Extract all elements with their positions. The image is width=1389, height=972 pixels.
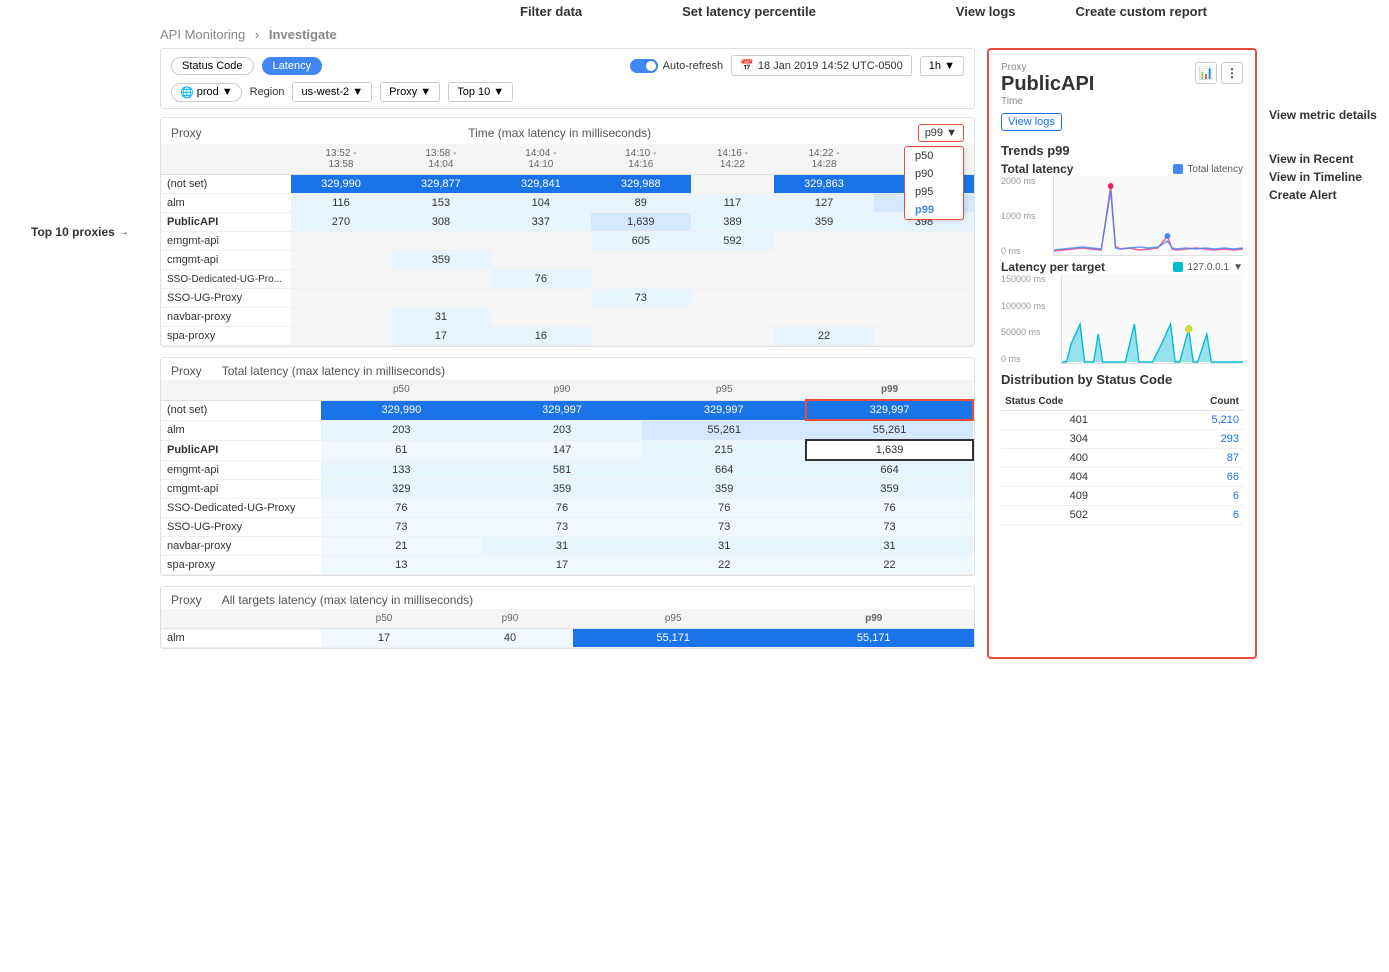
view-logs-annotation: View logs — [956, 4, 1016, 19]
table-row: alm 116 153 104 89 117 127 55,261 — [161, 194, 974, 213]
dist-table: Status Code Count 401 5,210 304 293 — [1001, 393, 1243, 525]
right-panel-header: Proxy PublicAPI Time 📊 ⋮ View logs — [1001, 62, 1243, 137]
target-legend: 127.0.0.1 — [1187, 262, 1229, 273]
target-legend-dropdown[interactable]: ▼ — [1233, 262, 1243, 273]
table-row: SSO-Dedicated-UG-Proxy 76 76 76 76 — [161, 499, 973, 518]
auto-refresh-toggle[interactable]: Auto-refresh — [630, 59, 724, 73]
proxy-filter-btn[interactable]: Proxy ▼ — [380, 82, 440, 102]
table2-subtitle: Total latency (max latency in millisecon… — [222, 364, 445, 378]
distribution-section: Distribution by Status Code Status Code … — [1001, 372, 1243, 525]
trends-title: Trends p99 — [1001, 143, 1243, 158]
dist-row: 401 5,210 — [1001, 411, 1243, 430]
total-latency-metric: Total latency Total latency 2000 ms 1000… — [1001, 162, 1243, 256]
table-row: navbar-proxy 31 — [161, 308, 974, 327]
time-range-btn[interactable]: 1h ▼ — [920, 56, 964, 76]
chart-icon-btn[interactable]: 📊 — [1195, 62, 1217, 84]
time-heatmap-section: Top 10 proxies → Proxy Time (max latency… — [160, 117, 975, 347]
table1-subtitle: Time (max latency in milliseconds) — [468, 126, 651, 140]
table-row: PublicAPI 61 147 215 1,639 — [161, 440, 973, 460]
create-alert-annotation: Create Alert — [1269, 188, 1389, 202]
breadcrumb: API Monitoring › Investigate — [160, 21, 1389, 48]
region-label: Region — [250, 86, 285, 98]
prod-btn[interactable]: 🌐 prod ▼ — [171, 83, 242, 102]
top10-proxies-label: Top 10 proxies → — [31, 225, 129, 239]
table1-title: Proxy — [171, 126, 202, 140]
view-timeline-annotation: View in Timeline — [1269, 170, 1389, 184]
region-btn[interactable]: us-west-2 ▼ — [292, 82, 372, 102]
percentile-dropdown: p50 p90 p95 p99 — [904, 146, 964, 220]
all-targets-table: p50 p90 p95 p99 alm 17 40 55,171 55,171 — [161, 609, 974, 648]
set-latency-annotation: Set latency percentile — [682, 4, 816, 19]
table3-title: Proxy — [171, 593, 202, 607]
time-header-label: Time — [1001, 96, 1094, 107]
filter-data-annotation: Filter data — [520, 4, 582, 19]
all-targets-section: Proxy All targets latency (max latency i… — [160, 586, 975, 649]
dist-header-code: Status Code — [1001, 393, 1157, 411]
total-latency-section: Proxy Total latency (max latency in mill… — [160, 357, 975, 576]
table-row: SSO-UG-Proxy 73 — [161, 289, 974, 308]
p99-dropdown-btn[interactable]: p99 ▼ — [918, 124, 964, 142]
more-options-btn[interactable]: ⋮ — [1221, 62, 1243, 84]
table-row: SSO-UG-Proxy 73 73 73 73 — [161, 518, 973, 537]
table2-title: Proxy — [171, 364, 202, 378]
latency-per-target-label: Latency per target — [1001, 260, 1105, 274]
total-latency-label: Total latency — [1001, 162, 1073, 176]
table-row: (not set) 329,990 329,877 329,841 329,98… — [161, 175, 974, 194]
table-row: emgmt-api 605 592 — [161, 232, 974, 251]
status-code-btn[interactable]: Status Code — [171, 57, 254, 75]
dist-row: 404 66 — [1001, 468, 1243, 487]
total-latency-chart: 2000 ms 1000 ms 0 ms — [1001, 176, 1243, 256]
view-recent-annotation: View in Recent — [1269, 152, 1389, 166]
view-metric-annotation: View metric details — [1269, 108, 1389, 122]
table-row: spa-proxy 17 16 22 — [161, 327, 974, 346]
p95-option[interactable]: p95 — [905, 183, 963, 201]
table-row: alm 203 203 55,261 55,261 — [161, 420, 973, 440]
table3-subtitle: All targets latency (max latency in mill… — [222, 593, 473, 607]
table-row: spa-proxy 13 17 22 22 — [161, 556, 973, 575]
latency-per-target-chart: 150000 ms 100000 ms 50000 ms 0 ms — [1001, 274, 1243, 364]
p99-option-selected[interactable]: p99 — [905, 201, 963, 219]
latency-per-target-metric: Latency per target 127.0.0.1 ▼ 150000 ms… — [1001, 260, 1243, 364]
dist-row: 304 293 — [1001, 430, 1243, 449]
time-heatmap-table: 13:52 -13:58 13:58 -14:04 14:04 -14:10 1… — [161, 144, 974, 346]
table-row: SSO-Dedicated-UG-Pro... 76 — [161, 270, 974, 289]
dist-row: 409 6 — [1001, 487, 1243, 506]
table-row: alm 17 40 55,171 55,171 — [161, 629, 974, 648]
table-row: cmgmt-api 359 — [161, 251, 974, 270]
total-latency-table: p50 p90 p95 p99 (not set) 329,990 329,99… — [161, 380, 974, 575]
right-panel: Proxy PublicAPI Time 📊 ⋮ View logs Trend… — [987, 48, 1257, 659]
date-picker[interactable]: 📅 18 Jan 2019 14:52 UTC-0500 — [731, 55, 912, 76]
table-row: emgmt-api 133 581 664 664 — [161, 460, 973, 480]
trends-section: Trends p99 Total latency Total latency 2… — [1001, 143, 1243, 364]
proxy-header-value: PublicAPI — [1001, 73, 1094, 96]
p50-option[interactable]: p50 — [905, 147, 963, 165]
table-row: PublicAPI 270 308 337 1,639 389 359 398 — [161, 213, 974, 232]
dist-row: 400 87 — [1001, 449, 1243, 468]
table-row: cmgmt-api 329 359 359 359 — [161, 480, 973, 499]
dist-row: 502 6 — [1001, 506, 1243, 525]
create-report-annotation: Create custom report — [1076, 4, 1207, 19]
top10-btn[interactable]: Top 10 ▼ — [448, 82, 513, 102]
dist-header-count: Count — [1157, 393, 1243, 411]
view-logs-link[interactable]: View logs — [1001, 113, 1062, 131]
right-annotations: View metric details View in Recent View … — [1269, 48, 1389, 659]
controls-bar: Status Code Latency Auto-refresh 📅 18 Ja… — [160, 48, 975, 109]
table-row: navbar-proxy 21 31 31 31 — [161, 537, 973, 556]
dist-title: Distribution by Status Code — [1001, 372, 1243, 387]
latency-btn[interactable]: Latency — [262, 57, 323, 75]
table-row: (not set) 329,990 329,997 329,997 329,99… — [161, 400, 973, 420]
p90-option[interactable]: p90 — [905, 165, 963, 183]
proxy-header-label: Proxy — [1001, 62, 1094, 73]
total-latency-legend: Total latency — [1187, 164, 1243, 175]
